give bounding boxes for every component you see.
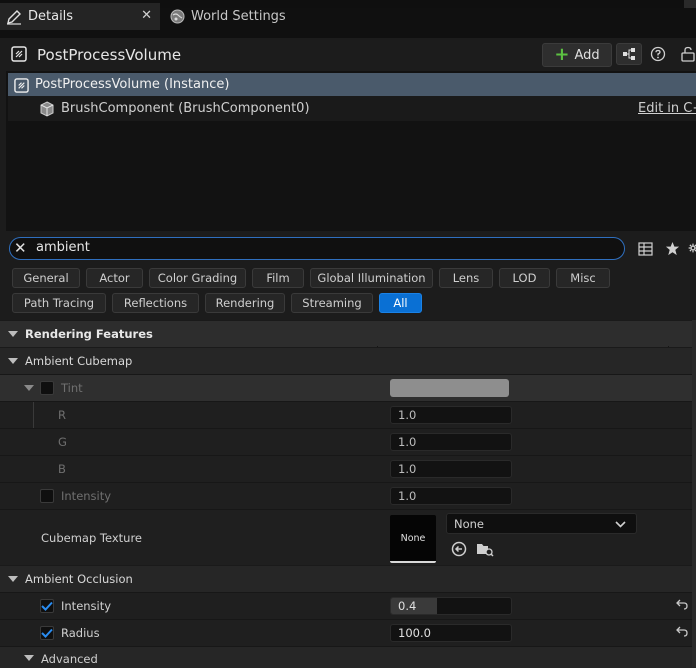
filter-general[interactable]: General [12, 268, 80, 288]
filter-rendering[interactable]: Rendering [205, 293, 285, 313]
tint-color-swatch[interactable] [390, 379, 509, 397]
tint-override-checkbox[interactable] [40, 381, 54, 395]
collapse-caret-icon [8, 576, 18, 582]
cubemap-intensity-checkbox[interactable] [40, 489, 54, 503]
category-ambient-cubemap[interactable]: Ambient Cubemap [0, 347, 696, 374]
component-root-label: PostProcessVolume (Instance) [35, 77, 230, 92]
details-pencil-icon [6, 9, 22, 25]
cubemap-intensity-label: Intensity [61, 489, 112, 503]
filter-lens[interactable]: Lens [439, 268, 493, 288]
filter-lod[interactable]: LOD [499, 268, 550, 288]
property-matrix-icon[interactable] [637, 241, 653, 257]
ao-intensity-value: 0.4 [398, 599, 417, 613]
post-process-instance-icon [13, 77, 29, 93]
globe-icon [170, 9, 185, 24]
collapse-caret-icon [8, 331, 18, 337]
g-value: 1.0 [398, 435, 417, 449]
expand-caret-icon [24, 385, 34, 391]
property-row-tint[interactable]: Tint [0, 374, 696, 401]
filter-reflections[interactable]: Reflections [112, 293, 199, 313]
reset-to-default-icon[interactable] [676, 625, 688, 641]
tab-world-settings-label: World Settings [191, 9, 286, 24]
clear-search-icon[interactable]: ✕ [14, 240, 27, 256]
hierarchy-icon [623, 48, 635, 60]
collapse-caret-icon [24, 655, 34, 661]
section-rendering-features[interactable]: Rendering Features [0, 320, 696, 347]
property-row-ao-radius: Radius 100.0 [0, 619, 696, 646]
property-row-cubemap-intensity: Intensity 1.0 [0, 482, 696, 509]
g-label: G [58, 435, 67, 449]
filter-misc[interactable]: Misc [556, 268, 610, 288]
cubemap-asset-value: None [454, 517, 485, 531]
property-row-b: B 1.0 [0, 455, 696, 482]
reset-to-default-icon[interactable] [676, 598, 688, 614]
property-row-g: G 1.0 [0, 428, 696, 455]
settings-gear-icon[interactable] [688, 240, 696, 256]
plus-icon: + [554, 44, 570, 65]
tab-details[interactable]: Details ✕ [0, 3, 160, 30]
advanced-label: Advanced [41, 652, 98, 666]
ao-radius-field[interactable]: 100.0 [390, 624, 512, 642]
actor-name[interactable]: PostProcessVolume [37, 46, 181, 64]
filter-film[interactable]: Film [252, 268, 304, 288]
edit-in-cpp-link[interactable]: Edit in C++ [638, 101, 696, 116]
filter-actor[interactable]: Actor [86, 268, 143, 288]
cubemap-texture-label: Cubemap Texture [41, 531, 142, 545]
chevron-down-icon [615, 518, 626, 532]
tab-details-label: Details [28, 9, 74, 24]
filter-color-grading[interactable]: Color Grading [149, 268, 246, 288]
browse-asset-folder-icon[interactable] [476, 541, 494, 560]
b-value-field[interactable]: 1.0 [390, 460, 512, 478]
checkmark-icon [41, 601, 53, 611]
b-label: B [58, 462, 66, 476]
post-process-volume-icon [11, 46, 27, 62]
cubemap-asset-dropdown[interactable]: None [446, 513, 637, 534]
brush-cube-icon [39, 101, 55, 117]
property-row-r: R 1.0 [0, 401, 696, 482]
ao-radius-checkbox[interactable] [40, 626, 54, 640]
close-icon[interactable]: ✕ [141, 8, 152, 23]
ao-radius-label: Radius [61, 626, 100, 640]
g-value-field[interactable]: 1.0 [390, 433, 512, 451]
ao-intensity-checkbox[interactable] [40, 599, 54, 613]
r-value-field[interactable]: 1.0 [390, 406, 512, 424]
use-selected-asset-icon[interactable] [451, 541, 467, 560]
filter-streaming[interactable]: Streaming [291, 293, 373, 313]
cubemap-intensity-field[interactable]: 1.0 [390, 487, 512, 505]
add-component-button[interactable]: + Add [542, 43, 612, 67]
ao-intensity-field[interactable]: 0.4 [390, 597, 512, 615]
tint-label: Tint [61, 381, 83, 395]
category-label: Ambient Cubemap [25, 354, 133, 368]
search-box[interactable]: ✕ [9, 237, 625, 260]
tab-world-settings[interactable]: World Settings [164, 3, 304, 30]
help-icon[interactable] [649, 45, 667, 63]
checkmark-icon [41, 628, 53, 638]
blueprint-hierarchy-button[interactable] [616, 43, 642, 65]
add-label: Add [574, 47, 600, 63]
cubemap-thumbnail[interactable]: None [390, 515, 436, 563]
b-value: 1.0 [398, 462, 417, 476]
lock-icon[interactable] [680, 45, 696, 63]
category-label: Ambient Occlusion [25, 572, 133, 586]
category-ambient-occlusion[interactable]: Ambient Occlusion [0, 565, 696, 592]
component-brush-label: BrushComponent (BrushComponent0) [61, 101, 310, 116]
property-row-cubemap-texture: Cubemap Texture None None [0, 509, 696, 566]
filter-global-illumination[interactable]: Global Illumination [310, 268, 433, 288]
cubemap-intensity-value: 1.0 [398, 489, 417, 503]
collapse-caret-icon [8, 358, 18, 364]
search-input[interactable] [36, 240, 596, 255]
property-row-ao-intensity: Intensity 0.4 [0, 592, 696, 619]
favorites-star-icon[interactable] [664, 240, 680, 256]
section-label: Rendering Features [25, 327, 153, 341]
vertical-scrollbar[interactable] [692, 320, 696, 667]
filter-all[interactable]: All [379, 293, 422, 313]
r-value: 1.0 [398, 408, 417, 422]
r-label: R [58, 408, 66, 422]
ao-intensity-label: Intensity [61, 599, 112, 613]
property-row-advanced[interactable]: Advanced [0, 646, 696, 668]
ao-radius-value: 100.0 [398, 626, 431, 640]
filter-path-tracing[interactable]: Path Tracing [12, 293, 106, 313]
